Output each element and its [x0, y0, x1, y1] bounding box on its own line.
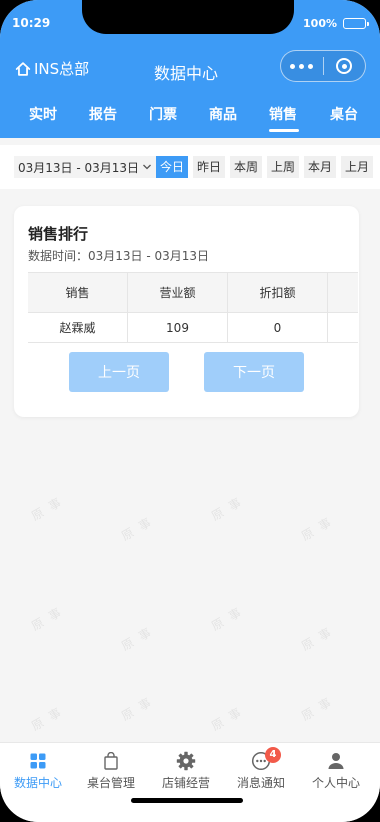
watermark: 原 事 [119, 624, 156, 654]
tabbar-store-operations[interactable]: 店铺经营 [148, 743, 224, 795]
chip-last-week[interactable]: 上周 [267, 156, 300, 178]
notification-badge: 4 [265, 747, 281, 763]
tabbar-table-management[interactable]: 桌台管理 [73, 743, 149, 795]
more-icon[interactable] [281, 63, 323, 69]
chat-icon: 4 [251, 747, 281, 771]
battery-icon [343, 18, 369, 29]
watermark: 原 事 [209, 704, 246, 734]
column-header-overflow [328, 273, 358, 313]
gear-icon [176, 751, 196, 771]
status-right: 100% [303, 17, 369, 30]
chip-this-month[interactable]: 本月 [304, 156, 337, 178]
tab-goods[interactable]: 商品 [209, 104, 237, 124]
miniprogram-capsule [280, 50, 366, 82]
watermark: 原 事 [299, 694, 336, 724]
tabbar-profile[interactable]: 个人中心 [298, 743, 374, 795]
tab-report[interactable]: 报告 [89, 104, 117, 124]
watermark: 原 事 [209, 604, 246, 634]
chip-yesterday[interactable]: 昨日 [193, 156, 226, 178]
grid-icon [28, 751, 48, 771]
date-range-picker[interactable]: 03月13日 - 03月13日 [14, 156, 157, 178]
sales-table: 销售 营业额 折扣额 赵霖威 109 0 [28, 272, 358, 343]
watermark: 原 事 [119, 694, 156, 724]
watermark: 原 事 [29, 604, 66, 634]
chip-last-month[interactable]: 上月 [341, 156, 374, 178]
battery-percent: 100% [303, 17, 337, 30]
watermark: 原 事 [29, 704, 66, 734]
close-target-icon[interactable] [323, 58, 365, 74]
person-icon [326, 751, 346, 771]
cell-revenue: 109 [128, 313, 228, 342]
prev-page-button[interactable]: 上一页 [69, 352, 169, 392]
tabbar-label: 个人中心 [311, 776, 360, 790]
tabbar-label: 桌台管理 [86, 776, 135, 790]
watermark: 原 事 [299, 514, 336, 544]
device-notch [82, 0, 294, 34]
tab-realtime[interactable]: 实时 [29, 104, 57, 124]
bottom-tab-bar: 数据中心 桌台管理 店铺经营 4 消息通知 个人中心 [0, 742, 380, 822]
tab-tables[interactable]: 桌台 [330, 104, 358, 124]
date-range-value: 03月13日 - 03月13日 [18, 160, 140, 175]
tabbar-label: 数据中心 [13, 776, 62, 790]
data-time-label: 数据时间：03月13日 - 03月13日 [28, 249, 210, 263]
active-tab-indicator [269, 129, 299, 132]
card-title: 销售排行 [28, 225, 89, 243]
chevron-down-icon [143, 164, 152, 170]
watermark: 原 事 [119, 514, 156, 544]
top-tabs: 实时 报告 门票 商品 销售 桌台 [0, 98, 380, 138]
watermark: 原 事 [29, 494, 66, 524]
cell-overflow [328, 313, 358, 342]
column-header-sales: 销售 [28, 273, 128, 313]
watermark: 原 事 [299, 624, 336, 654]
tab-sales[interactable]: 销售 [269, 104, 297, 124]
cell-salesperson: 赵霖威 [28, 313, 128, 342]
bag-icon [101, 751, 121, 771]
next-page-button[interactable]: 下一页 [204, 352, 304, 392]
watermark: 原 事 [209, 494, 246, 524]
tab-tickets[interactable]: 门票 [149, 104, 177, 124]
tabbar-notifications[interactable]: 4 消息通知 [223, 743, 299, 795]
column-header-revenue: 营业额 [128, 273, 228, 313]
cell-discount: 0 [228, 313, 328, 342]
home-indicator [131, 798, 243, 803]
app-header: 10:29 100% INS总部 数据中心 实时 报告 门票 商品 销售 桌台 [0, 0, 380, 138]
status-time: 10:29 [12, 16, 51, 30]
chip-this-week[interactable]: 本周 [230, 156, 263, 178]
tabbar-data-center[interactable]: 数据中心 [0, 743, 76, 795]
column-header-discount: 折扣额 [228, 273, 328, 313]
tabbar-label: 消息通知 [236, 776, 285, 790]
table-row: 赵霖威 109 0 [28, 313, 358, 343]
sales-ranking-card: 销售排行 数据时间：03月13日 - 03月13日 销售 营业额 折扣额 赵霖威… [14, 206, 359, 417]
phone-screen: 10:29 100% INS总部 数据中心 实时 报告 门票 商品 销售 桌台 [0, 0, 380, 822]
date-filter-bar: 03月13日 - 03月13日 今日 昨日 本周 上周 本月 上月 [0, 145, 380, 189]
table-header: 销售 营业额 折扣额 [28, 273, 358, 313]
chip-today[interactable]: 今日 [156, 156, 189, 178]
tabbar-label: 店铺经营 [161, 776, 210, 790]
